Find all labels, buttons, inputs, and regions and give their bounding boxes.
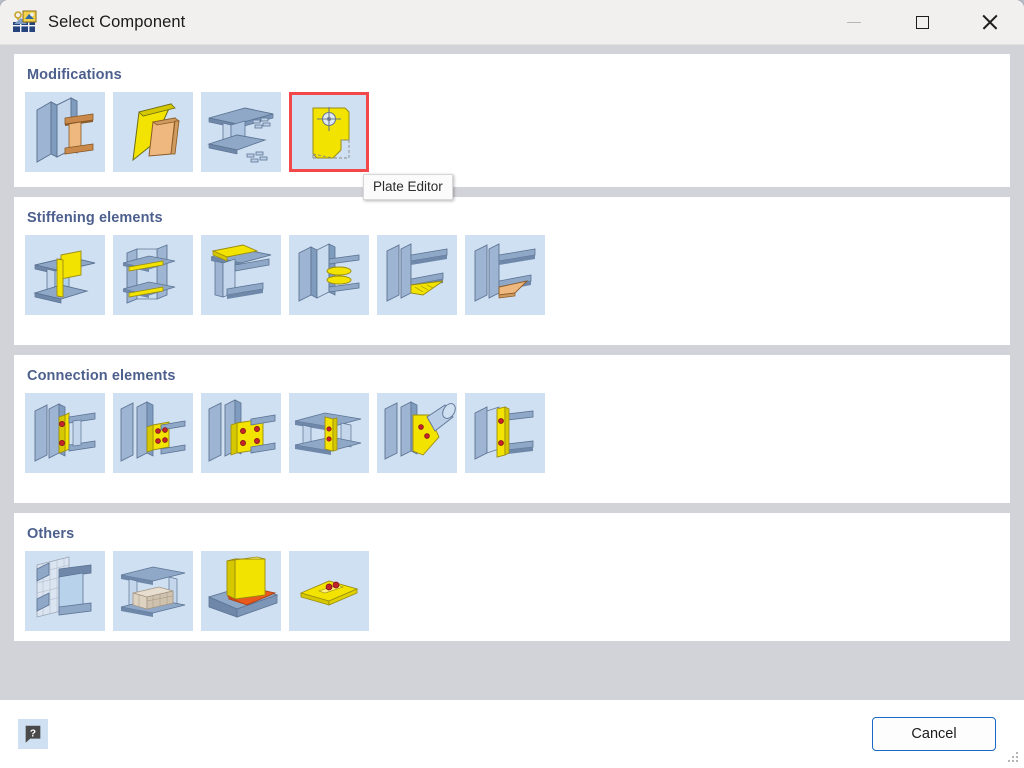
- component-tile-beam-cutout[interactable]: [201, 92, 281, 172]
- minimize-button[interactable]: [820, 0, 888, 45]
- section-connection-elements: Connection elements: [14, 355, 1010, 503]
- ring-stiffener-icon: [298, 243, 360, 302]
- timber-haunch-icon: [474, 243, 536, 302]
- component-tile-haunch-stiffener[interactable]: [377, 235, 457, 315]
- top-plate-stiffener-icon: [210, 244, 272, 299]
- component-tile-plate-folding[interactable]: [113, 92, 193, 172]
- end-plate-four-bolt-icon: [208, 399, 276, 462]
- section-title-others: Others: [27, 526, 75, 542]
- component-tile-flange-stiffener[interactable]: [113, 235, 193, 315]
- window-title: Select Component: [48, 12, 186, 31]
- beam-cutout-icon: [207, 107, 274, 163]
- section-title-connection-elements: Connection elements: [27, 368, 176, 384]
- plate-folding-icon: [132, 103, 180, 162]
- section-title-modifications: Modifications: [27, 67, 122, 83]
- weld-seam-icon: [207, 556, 279, 618]
- fin-plate-icon: [120, 401, 186, 462]
- web-opening-icon: [36, 97, 94, 163]
- tile-grid-others: [25, 551, 999, 631]
- tile-grid-connection-elements: [25, 393, 999, 473]
- dialog-footer: ? Cancel: [0, 700, 1024, 768]
- tube-gusset-plate-icon: [384, 401, 456, 460]
- component-tile-mesh-surface[interactable]: [25, 551, 105, 631]
- component-tile-top-plate-stiffener[interactable]: [201, 235, 281, 315]
- mesh-surface-icon: [36, 556, 92, 618]
- close-button[interactable]: [956, 0, 1024, 45]
- base-plate-icon: [299, 580, 359, 606]
- component-tile-web-opening[interactable]: [25, 92, 105, 172]
- plate-editor-icon: [312, 107, 350, 159]
- component-tile-timber-haunch[interactable]: [465, 235, 545, 315]
- component-tile-fin-plate[interactable]: [113, 393, 193, 473]
- window-controls: [820, 0, 1024, 45]
- component-tile-mesh-solid[interactable]: [113, 551, 193, 631]
- component-tile-tube-gusset-plate[interactable]: [377, 393, 457, 473]
- section-title-stiffening-elements: Stiffening elements: [27, 210, 163, 226]
- component-tile-splice-plate[interactable]: [289, 393, 369, 473]
- section-modifications: Modifications Plate Editor: [14, 54, 1010, 200]
- help-bubble-icon: ?: [25, 725, 41, 743]
- tile-grid-modifications: [25, 92, 999, 172]
- minimize-icon: [847, 21, 861, 23]
- haunch-stiffener-icon: [386, 243, 448, 302]
- component-tile-weld-seam[interactable]: [201, 551, 281, 631]
- component-tile-end-plate-four-bolt[interactable]: [201, 393, 281, 473]
- cancel-button[interactable]: Cancel: [872, 717, 996, 751]
- web-stiffener-icon: [33, 250, 96, 304]
- component-tile-ring-stiffener[interactable]: [289, 235, 369, 315]
- splice-plate-icon: [294, 412, 362, 455]
- component-tile-cleat-angle[interactable]: [465, 393, 545, 473]
- cleat-angle-icon: [474, 406, 534, 460]
- steel-component-icon: [12, 9, 38, 35]
- tile-grid-stiffening-elements: [25, 235, 999, 315]
- close-icon: [982, 14, 998, 30]
- maximize-icon: [915, 15, 929, 29]
- select-component-dialog: Select Component Modifications Plate Edi…: [0, 0, 1024, 768]
- tooltip-plate-editor: Plate Editor: [363, 174, 453, 200]
- title-bar[interactable]: Select Component: [0, 0, 1024, 45]
- component-tile-end-plate-two-bolt[interactable]: [25, 393, 105, 473]
- component-tile-plate-editor[interactable]: [289, 92, 369, 172]
- component-tile-base-plate[interactable]: [289, 551, 369, 631]
- mesh-solid-icon: [120, 566, 186, 617]
- flange-stiffener-icon: [122, 244, 176, 304]
- section-others: Others: [14, 513, 1010, 641]
- dialog-content: Modifications Plate Editor Stiffening el…: [0, 45, 1024, 700]
- component-tile-web-stiffener[interactable]: [25, 235, 105, 315]
- section-stiffening-elements: Stiffening elements: [14, 197, 1010, 345]
- maximize-button[interactable]: [888, 0, 956, 45]
- svg-text:?: ?: [30, 728, 36, 739]
- help-button[interactable]: ?: [18, 719, 48, 749]
- end-plate-two-bolt-icon: [34, 403, 96, 462]
- resize-grip-icon[interactable]: [1007, 751, 1020, 764]
